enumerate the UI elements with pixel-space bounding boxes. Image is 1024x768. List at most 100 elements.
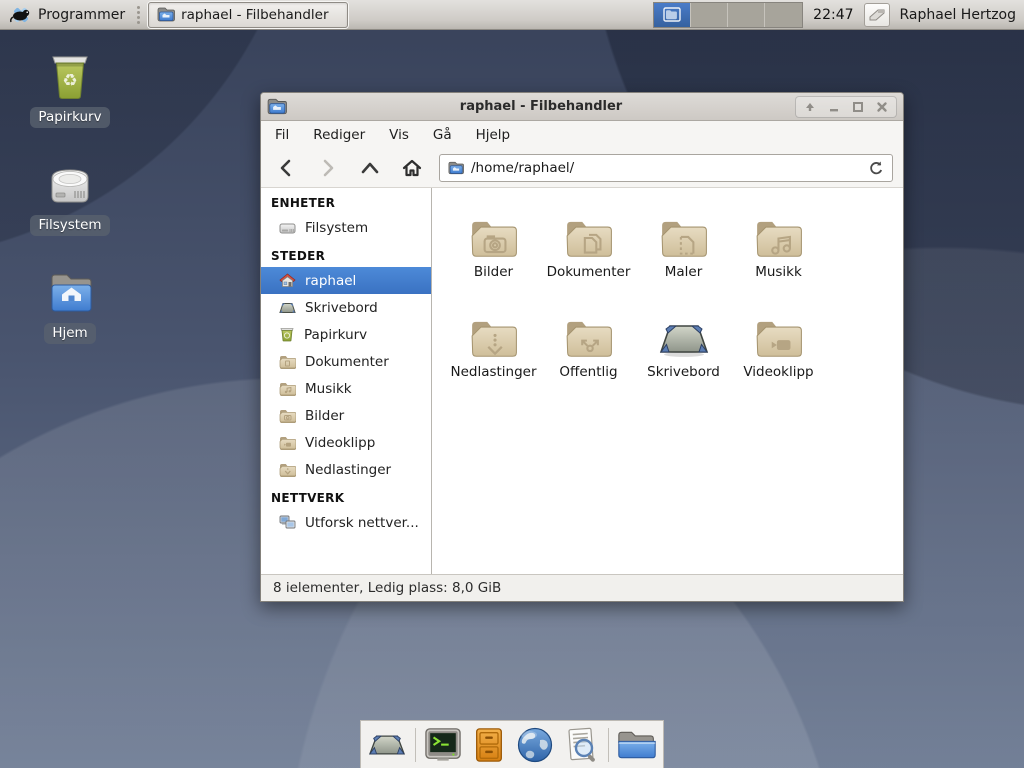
file-label: Offentlig — [559, 364, 617, 380]
desktop-icon — [657, 302, 711, 360]
file-item-pictures[interactable]: Bilder — [446, 202, 541, 302]
window-titlebar[interactable]: raphael - Filbehandler — [261, 93, 903, 121]
web-browser-launcher[interactable] — [516, 725, 554, 765]
file-item-videos[interactable]: Videoklipp — [731, 302, 826, 402]
file-label: Musikk — [755, 264, 802, 280]
reload-icon[interactable] — [868, 160, 884, 176]
forward-button[interactable] — [313, 154, 343, 182]
folder-pictures-icon — [469, 202, 519, 260]
sidebar-item-downloads[interactable]: Nedlastinger — [261, 456, 431, 483]
home-folder-icon — [46, 268, 94, 318]
sidebar-item-music[interactable]: Musikk — [261, 375, 431, 402]
folder-music-icon — [279, 382, 296, 396]
path-input[interactable]: /home/raphael/ — [471, 160, 861, 176]
sidebar-item-label: Nedlastinger — [305, 462, 391, 478]
folder-pictures-icon — [279, 409, 296, 423]
sidebar-item-label: Musikk — [305, 381, 352, 397]
taskbar-window-button[interactable]: raphael - Filbehandler — [148, 2, 348, 28]
home-button[interactable] — [397, 154, 427, 182]
sidebar-item-label: Filsystem — [305, 220, 368, 236]
file-view[interactable]: Bilder Dokumenter — [432, 188, 903, 574]
menu-file[interactable]: Fil — [275, 127, 289, 143]
menu-help[interactable]: Hjelp — [476, 127, 511, 143]
file-item-documents[interactable]: Dokumenter — [541, 202, 636, 302]
sidebar-item-browse-network[interactable]: Utforsk nettver... — [261, 509, 431, 536]
user-actions-button[interactable] — [864, 3, 890, 27]
sidebar-item-filesystem[interactable]: Filsystem — [261, 214, 431, 241]
file-item-music[interactable]: Musikk — [731, 202, 826, 302]
svg-text:♻: ♻ — [62, 71, 77, 91]
workspace-2[interactable] — [691, 3, 728, 27]
folder-videos-icon — [279, 436, 296, 450]
sidebar-item-trash[interactable]: Papirkurv — [261, 321, 431, 348]
dock-separator — [415, 728, 416, 762]
window-controls — [795, 96, 897, 118]
workspace-switcher[interactable] — [653, 2, 803, 28]
menu-view[interactable]: Vis — [389, 127, 409, 143]
desktop-icon — [279, 301, 296, 315]
file-item-downloads[interactable]: Nedlastinger — [446, 302, 541, 402]
menu-edit[interactable]: Rediger — [313, 127, 365, 143]
file-label: Nedlastinger — [450, 364, 536, 380]
desktop-icon-trash[interactable]: ♻ Papirkurv — [20, 52, 120, 128]
applications-menu-label: Programmer — [38, 7, 125, 23]
sidebar-item-label: Bilder — [305, 408, 344, 424]
trash-icon — [279, 327, 295, 342]
sidebar-item-desktop[interactable]: Skrivebord — [261, 294, 431, 321]
document-search-launcher[interactable] — [562, 725, 600, 765]
file-manager-window: raphael - Filbehandler Fil Rediger Vis G… — [260, 92, 904, 602]
applications-menu[interactable]: Programmer — [6, 3, 129, 27]
file-cabinet-launcher[interactable] — [470, 725, 508, 765]
folder-documents-icon — [279, 355, 296, 369]
drive-icon — [46, 160, 94, 210]
desktop-icon-filesystem[interactable]: Filsystem — [20, 160, 120, 236]
back-button[interactable] — [271, 154, 301, 182]
sidebar-item-videos[interactable]: Videoklipp — [261, 429, 431, 456]
terminal-launcher[interactable] — [424, 725, 462, 765]
file-label: Dokumenter — [547, 264, 631, 280]
folder-music-icon — [754, 202, 804, 260]
sidebar-header-network: NETTVERK — [261, 483, 431, 509]
statusbar: 8 ielementer, Ledig plass: 8,0 GiB — [261, 574, 903, 601]
trash-icon: ♻ — [46, 52, 94, 102]
file-item-templates[interactable]: Maler — [636, 202, 731, 302]
workspace-3[interactable] — [728, 3, 765, 27]
panel-user-name[interactable]: Raphael Hertzog — [900, 7, 1016, 23]
maximize-button[interactable] — [848, 98, 868, 116]
file-label: Videoklipp — [743, 364, 813, 380]
file-item-public[interactable]: Offentlig — [541, 302, 636, 402]
xfce-logo-icon — [10, 5, 32, 25]
up-button[interactable] — [355, 154, 385, 182]
sidebar-header-devices: ENHETER — [261, 188, 431, 214]
menu-go[interactable]: Gå — [433, 127, 452, 143]
sidebar-item-label: Papirkurv — [304, 327, 367, 343]
sidebar-item-pictures[interactable]: Bilder — [261, 402, 431, 429]
workspace-4[interactable] — [765, 3, 802, 27]
show-desktop-button[interactable] — [367, 725, 407, 765]
close-button[interactable] — [872, 98, 892, 116]
folder-downloads-icon — [469, 302, 519, 360]
minimize-button[interactable] — [824, 98, 844, 116]
shade-button[interactable] — [800, 98, 820, 116]
folder-public-icon — [564, 302, 614, 360]
workspace-1-active[interactable] — [654, 3, 691, 27]
sidebar-item-label: Videoklipp — [305, 435, 375, 451]
desktop-icon-home[interactable]: Hjem — [20, 268, 120, 344]
location-bar[interactable]: /home/raphael/ — [439, 154, 893, 182]
network-icon — [279, 515, 296, 530]
top-panel: Programmer raphael - Filbehandler 22:47 — [0, 0, 1024, 30]
folder-downloads-icon — [279, 463, 296, 477]
sidebar-item-label: Skrivebord — [305, 300, 378, 316]
panel-clock: 22:47 — [813, 7, 853, 23]
sidebar-item-home[interactable]: raphael — [261, 267, 431, 294]
taskbar-window-label: raphael - Filbehandler — [181, 7, 328, 23]
drive-icon — [279, 221, 296, 235]
file-manager-launcher[interactable] — [617, 725, 657, 765]
file-item-desktop[interactable]: Skrivebord — [636, 302, 731, 402]
folder-icon — [448, 161, 464, 175]
desktop-icon-label: Papirkurv — [30, 107, 109, 128]
eraser-icon — [868, 7, 886, 22]
folder-videos-icon — [754, 302, 804, 360]
desktop-icon-label: Filsystem — [30, 215, 109, 236]
sidebar-item-documents[interactable]: Dokumenter — [261, 348, 431, 375]
